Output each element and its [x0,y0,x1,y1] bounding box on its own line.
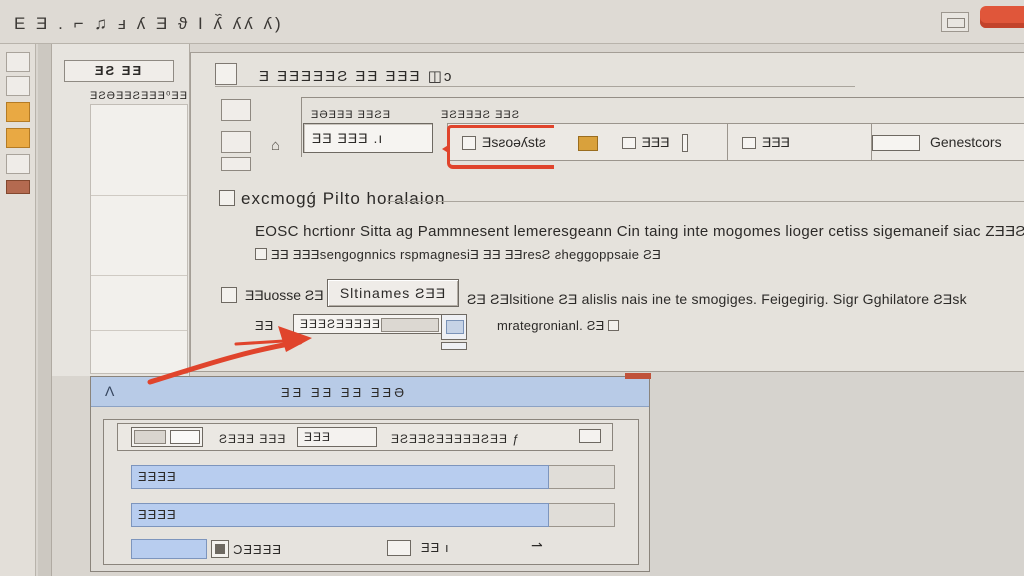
highlight-callout [442,125,547,169]
left-toolbar [0,44,36,576]
strip-cell-third[interactable]: ƎƎƎ [728,124,872,160]
dialog-header: Ǝ ƎƎƎƎƎƧ ƎƎ ƎƎƎ ◫ɔ [259,68,454,85]
dialog-header-row: Ǝ ƎƎƎƎƎƧ ƎƎ ƎƎƎ ◫ɔ [215,59,855,87]
browse-dropdown-icon[interactable] [441,342,467,350]
pin-icon[interactable]: ⌂ [271,137,280,154]
highlight-callout-tail [544,125,554,169]
dialog-menu-icon[interactable] [215,63,237,85]
field-label-left: ƎƏƎƎƎ ƎƎƧƎ [311,109,392,121]
background-pane [650,372,1024,576]
path-hint-row: mrategronianl. ƧƎ [497,318,620,333]
toolbar-book-icon[interactable] [6,180,30,194]
toolbar-folder-icon[interactable] [6,102,30,122]
path-label: ƎƎ [255,318,275,333]
secondary-dialog-title: ƎƎ ƎƎ ƎƎ ƎƎƏ [281,385,407,400]
section-description-2-text: ƎƎ ƎƎƎsengognnics rspmagnesiƎ ƎƎ ƎƎresƧ … [271,247,662,262]
toolbar-lock-icon[interactable] [6,128,30,148]
navigation-pane: ƎƧ ƎƎ ƎƧƏƎƎƧƎƎƎ⁰ƎƎ [52,44,190,376]
secondary-dialog-titlebar[interactable]: Ʌ ƎƎ ƎƎ ƎƎ ƎƎƏ [91,377,649,407]
small-checkbox[interactable] [255,248,267,260]
square-icon [621,137,636,150]
toolbar-list-icon[interactable] [6,76,30,96]
navigation-header[interactable]: ƎƧ ƎƎ [64,60,174,82]
sidebar-splitter[interactable] [38,44,52,576]
toolbar-note-icon[interactable] [6,154,30,174]
section-description-2: ƎƎ ƎƎƎsengognnics rspmagnesiƎ ƎƎ ƎƎresƧ … [255,247,661,262]
list-divider [91,195,187,196]
list-divider [91,330,187,331]
filter-input[interactable]: ƎƎƎ [297,427,377,447]
section-description: EOSC hcrtionr Sitta ag Pammnesent lemere… [255,223,1024,240]
bottom-blue-field[interactable] [131,539,207,559]
hint-checkbox[interactable] [608,320,620,331]
list-row-selected-tail[interactable] [549,465,615,489]
secondary-close-icon[interactable] [625,373,651,379]
strip-second-label: ƎƎƎ [641,134,670,150]
bar-field-icon [872,135,920,152]
list-row-selected[interactable]: ƎƎƎƎ [131,465,549,489]
bottom-arrow-icon[interactable]: ⇀ [531,537,544,554]
main-input[interactable]: ƎƎ ƎƎƎ .ı [303,123,433,153]
filter-toggle-right [170,430,200,444]
window-title: E Ǝ . ⌐ ♫ ⅎ ʎ Ǝ ϑ Ι ʎ᷈ ʎʎ ʎ) [14,14,284,33]
list-row-tail[interactable] [549,503,615,527]
strip-cell-last[interactable]: Genestcors [872,124,1024,160]
section-checkbox[interactable] [219,190,235,206]
secondary-dialog: Ʌ ƎƎ ƎƎ ƎƎ ƎƎƏ ƧƎƎƎ ƎƎƎ ƎƎƎ ƎƧƎƎƧƎƎƎƎƎƧƎ… [90,373,651,572]
filter-toggle[interactable] [131,427,203,447]
bottom-step-label: ƎƎ ı [421,540,450,555]
square-icon [742,137,756,150]
list-row[interactable]: ƎƎƎƎ [131,503,549,527]
bottom-small-icon[interactable] [387,540,411,556]
strip-third-label: ƎƎƎ [762,134,791,150]
tool-copy-icon[interactable] [221,99,251,121]
option-checkbox[interactable] [221,287,237,303]
filter-toggle-left [134,430,166,444]
list-divider [91,275,187,276]
option-description: ƧƎ ƧƎlsitione ƧƎ alislis nais ine te smo… [467,291,967,307]
title-bar: E Ǝ . ⌐ ♫ ⅎ ʎ Ǝ ϑ Ι ʎ᷈ ʎʎ ʎ) [0,0,1024,44]
filter-label: ƧƎƎƎ ƎƎƎ [219,432,287,446]
window-restore-button[interactable] [941,12,969,32]
tool-align-icon[interactable] [221,157,251,171]
bottom-toggle-icon[interactable] [211,540,229,558]
dialog-app-icon: Ʌ [105,383,115,399]
option-row: ƎƎuosse ƧƎ [221,287,324,303]
strip-last-label: Genestcors [930,134,1002,150]
bottom-label: ƆƎƎƎƎ [233,542,283,557]
filter-option-icon[interactable] [579,429,601,443]
section-divider [387,201,1024,202]
browse-window-icon[interactable] [441,314,467,340]
filter-description: ƎƧƎƎƧƎƎƎƎƎƧƎƎ ƒ [391,432,521,446]
close-accent-icon[interactable] [980,6,1024,28]
navigation-list[interactable] [90,104,188,374]
option-label: ƎƎuosse ƧƎ [245,287,324,303]
divider-handle-icon [681,134,688,153]
navigation-sub-label: ƎƧƏƎƎƧƎƎƎ⁰ƎƎ [90,90,189,102]
tool-paste-icon[interactable] [221,131,251,153]
section-title: excmogǵ Pilto horalaion [241,189,446,208]
folder-icon [577,135,598,151]
path-slider[interactable] [381,318,439,332]
toolbar-doc-icon[interactable] [6,52,30,72]
path-hint: mrategronianl. ƧƎ [497,318,605,333]
settings-dialog: Ǝ ƎƎƎƎƎƧ ƎƎ ƎƎƎ ◫ɔ ⌂ ƎƏƎƎƎ ƎƎƧƎ ƎƧƎƎƎƧ Ǝ… [190,52,1024,372]
primary-button[interactable]: Sltinames ƧƎƎ [327,279,459,307]
section-title-row: excmogǵ Pilto horalaion [219,189,445,209]
field-label-right: ƎƧƎƎƎƧ ƎƎƧ [441,109,521,121]
